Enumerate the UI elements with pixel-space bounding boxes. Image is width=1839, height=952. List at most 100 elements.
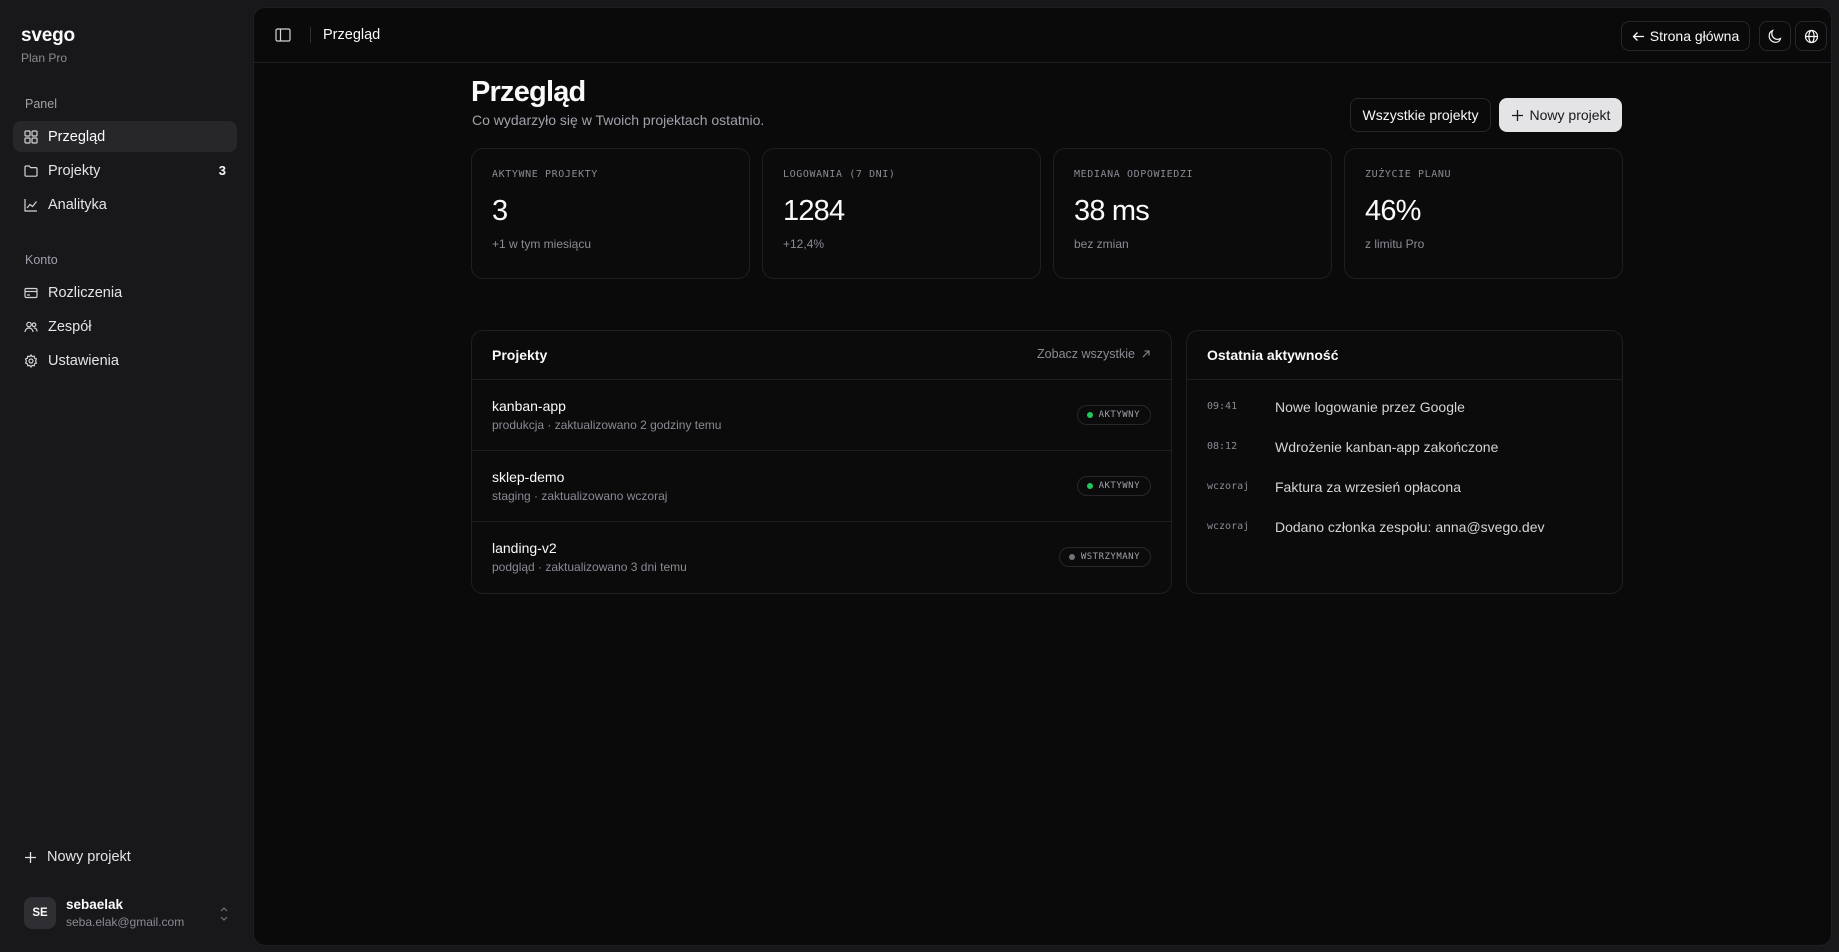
project-name: sklep-demo <box>492 469 565 485</box>
sidebar-item-billing[interactable]: Rozliczenia <box>13 277 237 308</box>
sidebar-item-label: Przegląd <box>48 128 106 145</box>
sidebar-toggle-icon[interactable] <box>275 28 291 42</box>
activity-time: wczoraj <box>1207 521 1250 532</box>
activity-panel-header: Ostatnia aktywność <box>1187 331 1622 380</box>
user-name: sebaelak <box>66 897 124 912</box>
chart-line-icon <box>24 198 37 212</box>
status-dot <box>1086 412 1093 418</box>
sidebar-item-label: Analityka <box>48 196 107 213</box>
stat-value: 3 <box>492 195 508 227</box>
stat-card-plan-usage: ZUŻYCIE PLANU 46% z limitu Pro <box>1344 148 1623 279</box>
status-badge: WSTRZYMANY <box>1058 547 1151 567</box>
stat-card-logins: LOGOWANIA (7 DNI) 1284 +12,4% <box>762 148 1041 279</box>
arrow-left-icon <box>1632 31 1644 41</box>
nav-group-account-label: Konto <box>25 253 58 267</box>
activity-item: wczoraj Dodano członka zespołu: anna@sve… <box>1207 519 1607 559</box>
activity-item: 09:41 Nowe logowanie przez Google <box>1207 399 1607 439</box>
projects-panel-title: Projekty <box>492 347 548 363</box>
topbar-divider <box>310 27 311 43</box>
activity-text: Nowe logowanie przez Google <box>1275 399 1465 415</box>
sidebar-item-label: Rozliczenia <box>48 284 123 301</box>
page-title: Przegląd <box>471 76 586 108</box>
main-panel: Przegląd Strona główna Przegląd Co wydar… <box>253 7 1832 946</box>
activity-panel: Ostatnia aktywność 09:41 Nowe logowanie … <box>1186 330 1623 594</box>
project-meta: podgląd · zaktualizowano 3 dni temu <box>492 560 687 574</box>
sidebar-item-label: Zespół <box>48 318 92 335</box>
sidebar-item-label: Projekty <box>48 162 101 179</box>
chevron-up-down-icon <box>220 907 228 921</box>
project-row[interactable]: kanban-app produkcja · zaktualizowano 2 … <box>472 380 1171 451</box>
project-row[interactable]: landing-v2 podgląd · zaktualizowano 3 dn… <box>472 522 1171 593</box>
sidebar-item-analytics[interactable]: Analityka <box>13 189 237 220</box>
new-project-label: Nowy projekt <box>1529 107 1611 123</box>
project-name: landing-v2 <box>492 540 557 556</box>
card-icon <box>24 287 38 298</box>
topbar: Przegląd Strona główna <box>254 8 1831 63</box>
project-meta: staging · zaktualizowano wczoraj <box>492 489 668 503</box>
plus-icon <box>25 851 36 863</box>
activity-item: wczoraj Faktura za wrzesień opłacona <box>1207 479 1607 519</box>
project-meta: produkcja · zaktualizowano 2 godziny tem… <box>492 418 722 432</box>
sidebar: svego Plan Pro Panel Przegląd Projekty 3… <box>0 0 253 952</box>
stat-value: 38 ms <box>1074 195 1150 227</box>
status-dot <box>1086 483 1093 489</box>
moon-icon <box>1768 28 1781 43</box>
activity-time: 08:12 <box>1207 441 1238 452</box>
folder-icon <box>24 164 38 177</box>
new-project-button[interactable]: Nowy projekt <box>1499 98 1622 132</box>
project-row[interactable]: sklep-demo staging · zaktualizowano wczo… <box>472 451 1171 522</box>
activity-time: wczoraj <box>1207 481 1250 492</box>
stat-note: z limitu Pro <box>1365 237 1425 251</box>
stat-label: MEDIANA ODPOWIEDZI <box>1074 169 1194 180</box>
home-button-label: Strona główna <box>1649 28 1740 44</box>
brand-name: svego <box>21 25 75 46</box>
user-menu[interactable]: SE sebaelak seba.elak@gmail.com <box>24 897 230 929</box>
breadcrumb: Przegląd <box>323 27 381 43</box>
status-label: AKTYWNY <box>1098 410 1140 420</box>
sidebar-new-project-label: Nowy projekt <box>47 849 131 865</box>
activity-text: Wdrożenie kanban-app zakończone <box>1275 439 1499 455</box>
see-all-label: Zobacz wszystkie <box>1037 347 1135 361</box>
grid-icon <box>24 129 38 144</box>
projects-panel: Projekty Zobacz wszystkie kanban-app pro… <box>471 330 1172 594</box>
brand-plan: Plan Pro <box>21 51 68 65</box>
status-badge: AKTYWNY <box>1076 476 1151 496</box>
avatar: SE <box>24 897 56 929</box>
stat-card-median-response: MEDIANA ODPOWIEDZI 38 ms bez zmian <box>1053 148 1332 279</box>
sidebar-new-project-button[interactable]: Nowy projekt <box>24 849 131 865</box>
activity-list: 09:41 Nowe logowanie przez Google 08:12 … <box>1207 399 1607 559</box>
stat-note: bez zmian <box>1074 237 1129 251</box>
sidebar-item-settings[interactable]: Ustawienia <box>13 345 237 376</box>
gear-icon <box>24 353 38 368</box>
theme-toggle-button[interactable] <box>1759 21 1791 51</box>
see-all-link[interactable]: Zobacz wszystkie <box>1037 347 1151 361</box>
sidebar-item-label: Ustawienia <box>48 352 119 369</box>
projects-count-badge: 3 <box>218 163 226 178</box>
arrow-up-right-icon <box>1142 350 1150 358</box>
home-button[interactable]: Strona główna <box>1621 21 1750 51</box>
status-dot <box>1068 554 1075 560</box>
stat-note: +1 w tym miesiącu <box>492 237 592 251</box>
all-projects-button[interactable]: Wszystkie projekty <box>1350 98 1491 132</box>
sidebar-item-projects[interactable]: Projekty 3 <box>13 155 237 186</box>
activity-time: 09:41 <box>1207 401 1238 412</box>
activity-panel-title: Ostatnia aktywność <box>1207 347 1339 363</box>
sidebar-item-team[interactable]: Zespół <box>13 311 237 342</box>
globe-icon <box>1804 29 1818 43</box>
activity-text: Faktura za wrzesień opłacona <box>1275 479 1461 495</box>
stat-note: +12,4% <box>783 237 825 251</box>
stat-label: ZUŻYCIE PLANU <box>1365 169 1452 180</box>
page-subtitle: Co wydarzyło się w Twoich projektach ost… <box>472 112 765 128</box>
activity-text: Dodano członka zespołu: anna@svego.dev <box>1275 519 1545 535</box>
user-email: seba.elak@gmail.com <box>66 915 185 929</box>
users-icon <box>24 321 38 332</box>
language-button[interactable] <box>1795 21 1827 51</box>
sidebar-item-overview[interactable]: Przegląd <box>13 121 237 152</box>
projects-panel-header: Projekty Zobacz wszystkie <box>472 331 1171 380</box>
nav-group-panel-label: Panel <box>25 97 57 111</box>
status-label: WSTRZYMANY <box>1080 552 1140 562</box>
project-name: kanban-app <box>492 398 566 414</box>
status-label: AKTYWNY <box>1098 481 1140 491</box>
activity-item: 08:12 Wdrożenie kanban-app zakończone <box>1207 439 1607 479</box>
stat-value: 1284 <box>783 195 845 227</box>
